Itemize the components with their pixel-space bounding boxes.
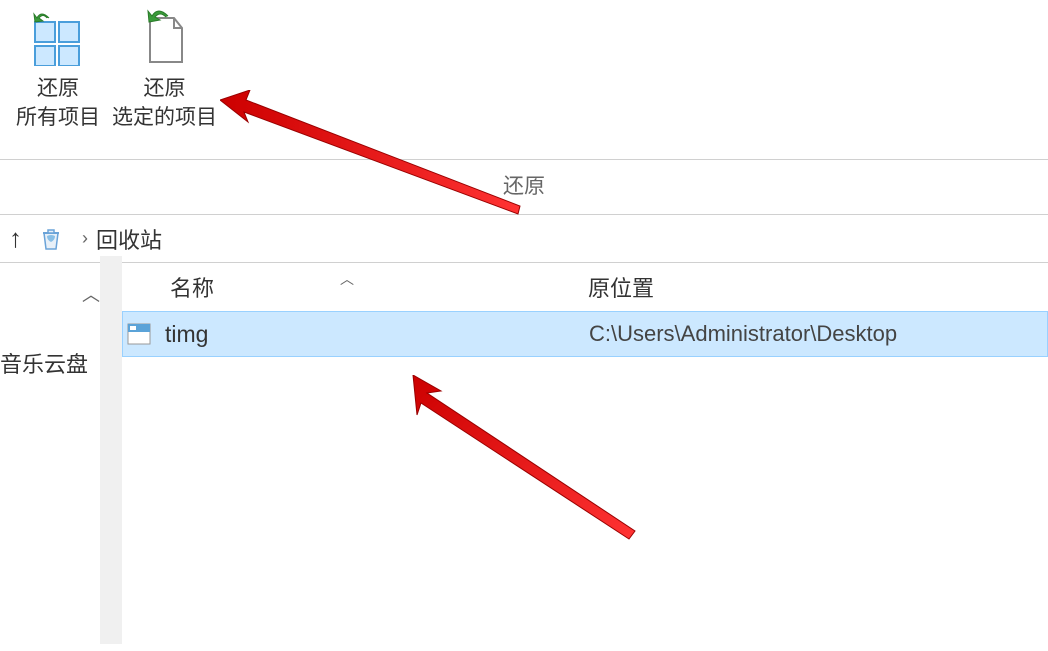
breadcrumb-location[interactable]: 回收站 — [96, 223, 162, 255]
file-list-area: ︿ 名称 原位置 timg C:\Users\Administrator\Des… — [122, 263, 1048, 651]
column-header-location[interactable]: 原位置 — [572, 271, 654, 303]
restore-selected-label-1: 还原 — [144, 74, 186, 103]
restore-all-label-1: 还原 — [37, 74, 79, 103]
sort-indicator-icon[interactable]: ︿ — [340, 269, 354, 289]
collapse-chevron-icon[interactable]: ︿ — [82, 281, 100, 307]
sidebar-item-music-cloud[interactable]: 音乐云盘 — [0, 347, 88, 379]
up-arrow-icon[interactable]: ↑ — [3, 223, 28, 254]
columns-header: ︿ 名称 原位置 — [122, 263, 1048, 311]
breadcrumb-bar: ↑ › 回收站 — [0, 215, 1048, 263]
restore-all-label-2: 所有项目 — [16, 103, 100, 132]
restore-selected-icon — [136, 8, 194, 66]
restore-all-icon — [29, 8, 87, 66]
file-icon — [127, 323, 151, 345]
breadcrumb-separator: › — [82, 228, 88, 249]
sidebar: ︿ 音乐云盘 — [0, 263, 100, 651]
content-area: ︿ 音乐云盘 ︿ 名称 原位置 timg C:\Users\Administra… — [0, 263, 1048, 651]
file-name: timg — [165, 321, 573, 348]
recycle-bin-icon[interactable] — [36, 224, 66, 254]
scrollbar-track[interactable] — [100, 256, 122, 644]
file-row[interactable]: timg C:\Users\Administrator\Desktop — [122, 311, 1048, 357]
ribbon-group-label: 还原 — [0, 160, 1048, 215]
ribbon-toolbar: 还原 所有项目 还原 选定的项目 — [0, 0, 1048, 160]
restore-selected-label-2: 选定的项目 — [112, 103, 217, 132]
file-location: C:\Users\Administrator\Desktop — [573, 321, 897, 347]
restore-all-button[interactable]: 还原 所有项目 — [10, 0, 106, 140]
restore-selected-button[interactable]: 还原 选定的项目 — [106, 0, 223, 140]
